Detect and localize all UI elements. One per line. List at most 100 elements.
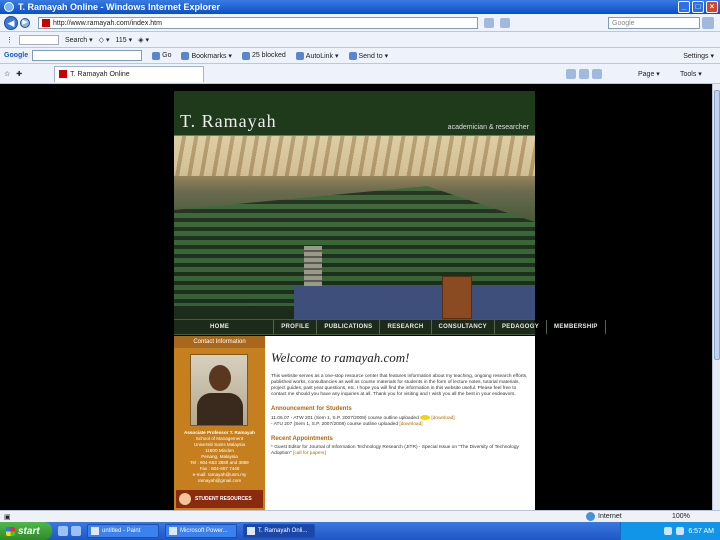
page-viewport: T. Ramayah academician & researcher HOME… (0, 84, 712, 510)
tab-active[interactable]: T. Ramayah Online (54, 65, 205, 82)
close-button[interactable]: × (706, 1, 718, 13)
nav-profile[interactable]: PROFILE (274, 320, 318, 334)
hall-floor (294, 286, 535, 319)
links-item[interactable]: ◈ ▾ (138, 36, 149, 44)
nav-home[interactable]: HOME (174, 320, 275, 334)
student-resources-label: STUDENT RESOURCES (195, 496, 252, 502)
vertical-scrollbar[interactable] (712, 84, 720, 510)
block-icon (241, 51, 250, 60)
nav-membership[interactable]: MEMBERSHIP (547, 320, 606, 334)
tab-bar: ☆ ✚ T. Ramayah Online Page ▾ Tools ▾ (0, 64, 720, 84)
ie-launch-icon[interactable] (71, 526, 81, 536)
student-resources-button[interactable]: STUDENT RESOURCES (176, 490, 263, 508)
page-menu-button[interactable]: Page ▾ (638, 70, 660, 78)
taskbar-item-paint[interactable]: untitled - Paint (87, 524, 159, 538)
links-item[interactable]: Search ▾ (65, 36, 93, 44)
hall-ceiling (174, 136, 535, 176)
paint-icon (91, 527, 99, 535)
address-input[interactable]: http://www.ramayah.com/index.htm (38, 16, 478, 29)
add-favorite-icon[interactable]: ✚ (16, 70, 22, 78)
google-search-input[interactable] (32, 50, 143, 61)
start-button[interactable]: start (0, 522, 52, 540)
home-icon[interactable] (566, 68, 576, 79)
announcements-heading: Announcement for Students (271, 406, 352, 412)
lecture-hall-photo (174, 136, 535, 319)
links-item[interactable]: ◇ ▾ (99, 36, 110, 44)
download-link[interactable]: [download] (399, 422, 422, 427)
search-input[interactable]: Google (608, 16, 700, 29)
autolink-button[interactable]: AutoLink ▾ (295, 51, 339, 60)
address-actions (484, 17, 510, 28)
back-button[interactable]: ◀ (4, 15, 18, 30)
print-icon[interactable] (592, 68, 602, 79)
nav-research[interactable]: RESEARCH (380, 320, 432, 334)
forward-button[interactable]: ▶ (20, 17, 30, 28)
quick-launch (58, 526, 81, 536)
download-link[interactable]: [download] (431, 416, 454, 421)
photo-head (209, 365, 231, 391)
toolbar-handle-icon: ⋮ (6, 36, 13, 44)
welcome-heading: Welcome to ramayah.com! (271, 350, 410, 365)
site-body: Contact Information Associate Professor … (174, 336, 535, 510)
call-for-papers-link[interactable]: [call for papers] (293, 451, 326, 456)
start-label: start (18, 525, 40, 537)
taskbar-item-powerpoint[interactable]: Microsoft Power... (165, 524, 237, 538)
window-controls: _ □ × (678, 1, 718, 13)
appointments-heading: Recent Appointments (271, 435, 333, 442)
main-content: Welcome to ramayah.com! This website ser… (265, 336, 535, 510)
contact-email[interactable]: ramayah@gmail.com (178, 478, 261, 484)
stop-icon[interactable] (500, 17, 510, 28)
contact-heading: Contact Information (174, 336, 265, 348)
photo-body (197, 393, 243, 425)
popup-blocker-button[interactable]: 25 blocked (241, 51, 286, 60)
search-icon[interactable] (702, 16, 714, 29)
send-to-button[interactable]: Send to ▾ (348, 51, 388, 60)
new-badge-icon (420, 415, 431, 420)
zoom-level[interactable]: 100% (672, 513, 690, 520)
nav-publications[interactable]: PUBLICATIONS (317, 320, 381, 334)
announcement-item: - ATU 207 (Sem 1, S.P. 2007/2008) course… (271, 421, 423, 427)
taskbar-item-ie[interactable]: T. Ramayah Onli... (243, 524, 315, 538)
address-toolbar: ◀ ▶ http://www.ramayah.com/index.htm Goo… (0, 14, 720, 32)
taskbar: start untitled - Paint Microsoft Power..… (0, 522, 720, 540)
links-item[interactable]: 115 ▾ (115, 36, 132, 44)
google-settings-button[interactable]: Settings ▾ (683, 52, 714, 60)
tray-volume-icon[interactable] (676, 527, 685, 535)
nav-consultancy[interactable]: CONSULTANCY (432, 320, 495, 334)
command-icons (566, 68, 602, 79)
hall-podium (442, 276, 472, 319)
google-label: Google (4, 52, 29, 59)
address-url: http://www.ramayah.com/index.htm (53, 19, 162, 27)
contact-info: Associate Professor T. Ramayah School of… (178, 430, 261, 484)
send-icon (348, 51, 357, 60)
security-zone: Internet (586, 512, 622, 521)
tab-label: T. Ramayah Online (70, 70, 130, 78)
toolbar-mini-input[interactable] (19, 34, 59, 45)
google-go-button[interactable]: Go (152, 51, 171, 60)
ramayah-website: T. Ramayah academician & researcher HOME… (174, 91, 606, 510)
show-desktop-icon[interactable] (58, 526, 68, 536)
windows-flag-icon (6, 526, 15, 536)
refresh-icon[interactable] (484, 17, 494, 28)
window-title: T. Ramayah Online - Windows Internet Exp… (18, 2, 220, 12)
favorites-star-icon[interactable]: ☆ (4, 70, 10, 78)
site-nav: HOME PROFILE PUBLICATIONS RESEARCH CONSU… (174, 319, 606, 335)
site-favicon-icon (42, 18, 50, 27)
scrollbar-thumb[interactable] (714, 90, 720, 360)
maximize-button[interactable]: □ (692, 1, 704, 13)
google-toolbar: Google Go Bookmarks ▾ 25 blocked AutoLin… (0, 48, 720, 64)
tray-network-icon[interactable] (664, 527, 673, 535)
bookmarks-button[interactable]: Bookmarks ▾ (181, 51, 232, 60)
site-header: T. Ramayah academician & researcher (174, 91, 535, 136)
star-icon (181, 51, 190, 60)
minimize-button[interactable]: _ (678, 1, 690, 13)
feeds-icon[interactable] (579, 68, 589, 79)
autolink-icon (295, 51, 304, 60)
system-tray: 6:57 AM (620, 522, 720, 540)
nav-pedagogy[interactable]: PEDAGOGY (495, 320, 548, 334)
tools-menu-button[interactable]: Tools ▾ (680, 70, 702, 78)
contact-sidebar: Contact Information Associate Professor … (174, 336, 265, 510)
status-bar: ▣ Internet 100% (0, 510, 720, 522)
ie-icon (247, 527, 255, 535)
announcement-item: 11.06.07 - ATW 201 (Sem 1, S.P. 2007/200… (271, 415, 455, 421)
